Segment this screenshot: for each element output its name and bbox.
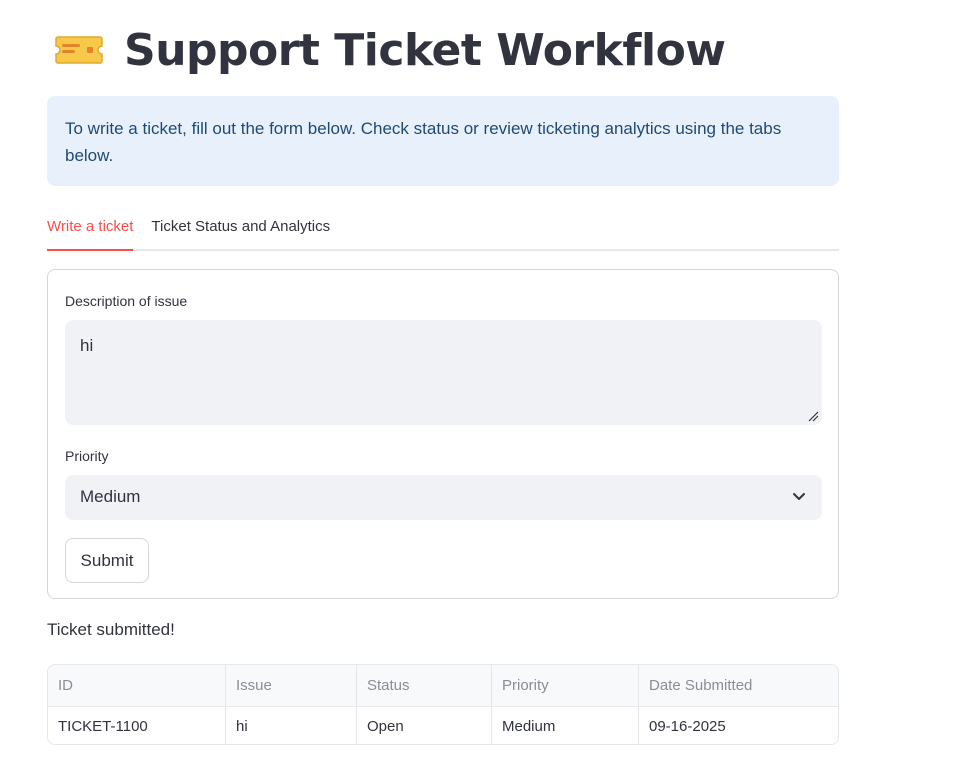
priority-select[interactable]: Medium	[65, 475, 822, 520]
column-header-status[interactable]: Status	[357, 665, 492, 706]
info-box: To write a ticket, fill out the form bel…	[47, 96, 839, 186]
info-text: To write a ticket, fill out the form bel…	[65, 119, 782, 165]
cell-date-submitted[interactable]: 09-16-2025	[639, 707, 838, 744]
ticket-form: Description of issue hi Priority Medium …	[47, 269, 839, 599]
ticket-icon	[54, 30, 104, 70]
tab-write-ticket[interactable]: Write a ticket	[47, 210, 134, 251]
cell-issue[interactable]: hi	[226, 707, 357, 744]
column-header-issue[interactable]: Issue	[226, 665, 357, 706]
description-value: hi	[80, 336, 94, 355]
page-header: Support Ticket Workflow	[54, 20, 726, 80]
description-label: Description of issue	[65, 293, 188, 309]
resize-grip-icon[interactable]	[808, 411, 819, 422]
tickets-table: ID Issue Status Priority Date Submitted …	[47, 664, 839, 745]
success-message: Ticket submitted!	[47, 620, 175, 639]
cell-id[interactable]: TICKET-1100	[48, 707, 226, 744]
tab-ticket-status-analytics[interactable]: Ticket Status and Analytics	[151, 210, 330, 251]
cell-status[interactable]: Open	[357, 707, 492, 744]
table-row: TICKET-1100 hi Open Medium 09-16-2025	[48, 707, 838, 744]
cell-priority[interactable]: Medium	[492, 707, 639, 744]
submit-button[interactable]: Submit	[65, 538, 149, 583]
priority-label: Priority	[65, 448, 109, 464]
column-header-priority[interactable]: Priority	[492, 665, 639, 706]
chevron-down-icon	[793, 493, 805, 500]
table-header-row: ID Issue Status Priority Date Submitted	[48, 665, 838, 707]
column-header-id[interactable]: ID	[48, 665, 226, 706]
column-header-date-submitted[interactable]: Date Submitted	[639, 665, 838, 706]
description-textarea[interactable]: hi	[65, 320, 822, 425]
page-title: Support Ticket Workflow	[124, 24, 726, 76]
priority-value: Medium	[80, 487, 141, 506]
tab-bar: Write a ticket Ticket Status and Analyti…	[47, 210, 839, 251]
